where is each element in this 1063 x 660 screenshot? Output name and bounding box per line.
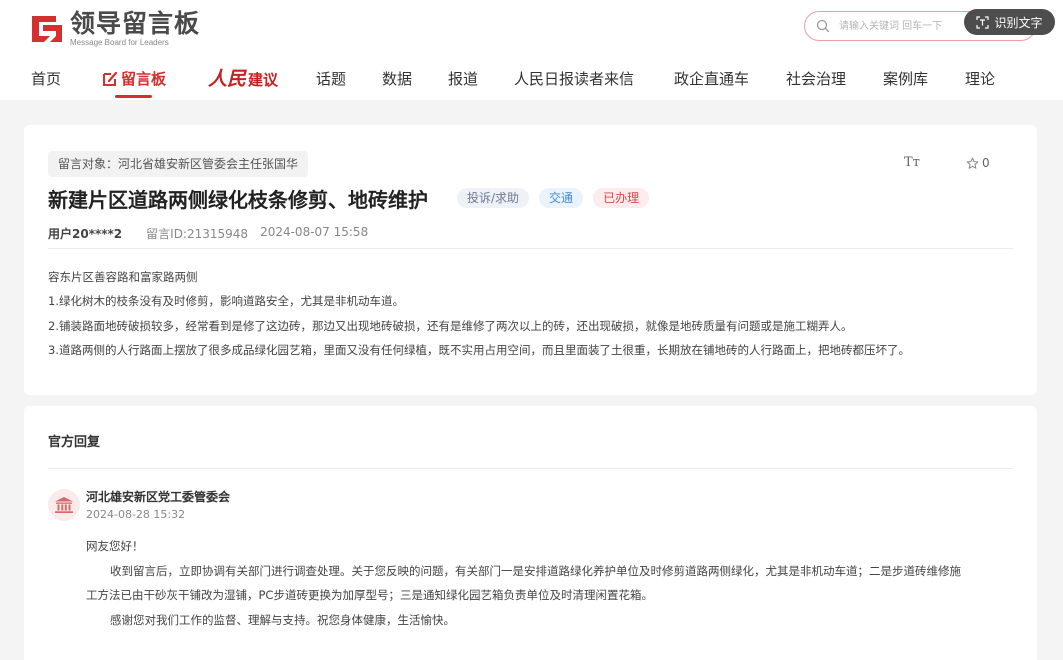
scan-text-icon: [976, 15, 990, 29]
nav-social-governance[interactable]: 社会治理: [786, 68, 846, 89]
government-building-icon: [48, 489, 80, 521]
ocr-button-label: 识别文字: [994, 15, 1043, 30]
nav-message-board-label: 留言板: [121, 70, 167, 88]
favorite-button[interactable]: 0: [966, 156, 990, 170]
message-id: 留言ID:21315948: [146, 227, 249, 241]
type-badge: 投诉/求助: [457, 188, 530, 208]
message-body-line: 3.道路两侧的人行路面上摆放了很多成品绿化园艺箱，里面又没有任何绿植，既不实用占…: [48, 342, 910, 357]
message-body-line: 2.铺装路面地砖破损较多，经常看到是修了这边砖，那边又出现地砖破损，还有是维修了…: [48, 318, 853, 333]
divider: [48, 468, 1013, 469]
site-header: 领导留言板 Message Board for Leaders 识别文字 首页 …: [0, 0, 1063, 100]
message-badges: 投诉/求助 交通 已办理: [457, 188, 650, 208]
nav-theory[interactable]: 理论: [965, 68, 995, 89]
reply-date: 2024-08-28 15:32: [86, 508, 186, 521]
domain-badge: 交通: [539, 188, 584, 208]
nav-reports[interactable]: 报道: [448, 68, 478, 89]
message-meta: 用户20****2 留言ID:21315948 2024-08-07 15:58: [48, 225, 368, 242]
reply-body-line: 工方法已由干砂灰干铺改为湿铺，PC步道砖更换为加厚型号；三是通知绿化园艺箱负责单…: [86, 588, 653, 602]
favorite-count: 0: [982, 156, 990, 170]
brand-suggestion-text: 建议: [248, 71, 279, 89]
nav-home[interactable]: 首页: [31, 68, 61, 89]
nav-people-suggestions[interactable]: 人民 建议: [208, 64, 278, 91]
search-icon[interactable]: [815, 18, 831, 34]
nav-readers-letters[interactable]: 人民日报读者来信: [514, 68, 634, 89]
nav-gov-enterprise[interactable]: 政企直通车: [674, 68, 749, 89]
brand-script-text: 人民: [208, 68, 247, 90]
ocr-text-button[interactable]: 识别文字: [964, 9, 1055, 35]
message-body: 容东片区善容路和富家路两侧 1.绿化树木的枝条没有及时修剪，影响道路安全，尤其是…: [48, 265, 1018, 362]
message-date: 2024-08-07 15:58: [260, 225, 369, 239]
nav-topics[interactable]: 话题: [316, 68, 346, 89]
star-icon: [966, 157, 979, 169]
edit-icon: [103, 71, 118, 86]
message-body-line: 容东片区善容路和富家路两侧: [48, 270, 198, 284]
main-nav: 首页 留言板 人民 建议 话题 数据 报道 人民日报读者来信 政企直通车 社会治…: [0, 62, 1063, 98]
logo-mark-icon: [30, 12, 64, 46]
font-size-toggle[interactable]: Tт: [904, 155, 920, 170]
reply-body-line: 收到留言后，立即协调有关部门进行调查处理。关于您反映的问题，有关部门一是安排道路…: [110, 563, 961, 578]
reply-org-name: 河北雄安新区党工委管委会: [86, 490, 231, 504]
reply-header: 官方回复: [48, 435, 101, 450]
official-reply-card: 官方回复 河北雄安新区党工委管委会 2024-08-28 15:32 网友您好！…: [24, 406, 1037, 660]
message-user: 用户20****2: [48, 227, 123, 241]
active-nav-indicator: [115, 95, 153, 98]
message-target: 留言对象：河北省雄安新区管委会主任张国华: [48, 151, 309, 177]
nav-data[interactable]: 数据: [382, 68, 412, 89]
nav-message-board[interactable]: 留言板: [101, 68, 167, 98]
reply-greeting: 网友您好！: [86, 539, 144, 553]
divider: [48, 248, 1013, 249]
message-body-line: 1.绿化树木的枝条没有及时修剪，影响道路安全，尤其是非机动车道。: [48, 294, 404, 309]
logo-title: 领导留言板: [70, 9, 201, 38]
reply-closing: 感谢您对我们工作的监督、理解与支持。祝您身体健康，生活愉快。: [110, 612, 455, 627]
reply-body: 网友您好！ 收到留言后，立即协调有关部门进行调查处理。关于您反映的问题，有关部门…: [86, 534, 1016, 632]
logo-subtitle: Message Board for Leaders: [70, 38, 169, 47]
site-logo[interactable]: 领导留言板 Message Board for Leaders: [30, 10, 200, 47]
status-badge: 已办理: [593, 188, 650, 208]
nav-case-library[interactable]: 案例库: [883, 68, 928, 89]
message-title: 新建片区道路两侧绿化枝条修剪、地砖维护: [48, 188, 428, 212]
message-card: 留言对象：河北省雄安新区管委会主任张国华 Tт 0 新建片区道路两侧绿化枝条修剪…: [24, 125, 1037, 395]
